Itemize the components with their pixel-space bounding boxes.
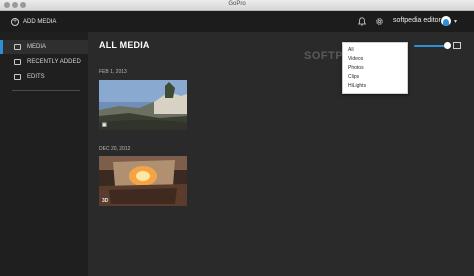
filter-option-videos[interactable]: Videos — [348, 56, 363, 62]
3d-badge: 3D — [102, 198, 109, 204]
photo-type-icon: ▣ — [102, 122, 107, 128]
filter-option-hilights[interactable]: HiLights — [348, 83, 366, 89]
plus-icon: + — [11, 17, 19, 26]
sidebar-item-label: RECENTLY ADDED — [27, 59, 81, 65]
zoom-slider-handle[interactable] — [444, 42, 451, 49]
media-icon — [14, 44, 21, 50]
gear-icon[interactable] — [375, 17, 384, 26]
user-name[interactable]: softpedia editor — [393, 17, 441, 24]
window-title: GoPro — [228, 1, 246, 7]
zoom-slider[interactable] — [414, 45, 446, 47]
sidebar: MEDIA RECENTLY ADDED EDITS — [0, 32, 88, 276]
group-date: DEC 20, 2012 — [99, 146, 131, 152]
add-media-button[interactable]: + ADD MEDIA — [11, 15, 56, 28]
sidebar-item-media[interactable]: MEDIA — [0, 40, 88, 54]
bell-icon[interactable] — [358, 17, 366, 26]
chevron-down-icon[interactable]: ▾ — [454, 18, 457, 25]
main-content: ALL MEDIA SOFTPEDIA FEB 1, 2013 ▣ DEC 20… — [88, 32, 474, 276]
sidebar-item-label: MEDIA — [27, 44, 47, 50]
filter-option-all[interactable]: All — [348, 47, 354, 53]
sidebar-item-recently-added[interactable]: RECENTLY ADDED — [0, 55, 88, 69]
sidebar-divider — [12, 90, 80, 91]
media-thumbnail[interactable]: ▣ — [99, 80, 187, 130]
recent-icon — [14, 59, 21, 65]
app-header: + ADD MEDIA softpedia editor ▾ — [0, 11, 474, 32]
sidebar-item-label: EDITS — [27, 74, 45, 80]
page-title: ALL MEDIA — [99, 40, 150, 50]
thumbnail-image — [99, 156, 187, 206]
avatar[interactable] — [441, 16, 451, 26]
filter-option-photos[interactable]: Photos — [348, 65, 364, 71]
view-toggle-icon[interactable] — [453, 42, 461, 49]
thumbnail-image — [99, 80, 187, 130]
add-media-label: ADD MEDIA — [23, 18, 57, 25]
window-titlebar: GoPro — [0, 0, 474, 11]
group-date: FEB 1, 2013 — [99, 69, 127, 75]
sidebar-item-edits[interactable]: EDITS — [0, 70, 88, 84]
media-thumbnail[interactable]: 3D — [99, 156, 187, 206]
filter-dropdown-menu: All Videos Photos Clips HiLights — [342, 42, 408, 94]
filter-option-clips[interactable]: Clips — [348, 74, 359, 80]
edits-icon — [14, 74, 21, 80]
